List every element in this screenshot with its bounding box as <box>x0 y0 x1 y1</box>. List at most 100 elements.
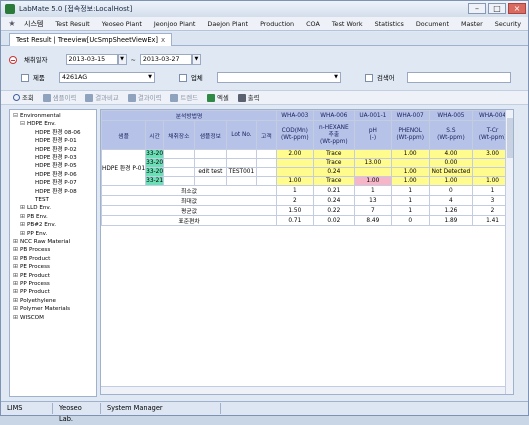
result-cell[interactable] <box>276 167 314 177</box>
tree-node[interactable]: HDPE 환경 P-07 <box>35 179 77 187</box>
customer-cell[interactable] <box>255 176 278 186</box>
result-cell[interactable]: Trace <box>312 176 356 186</box>
search-term-input[interactable] <box>407 72 511 83</box>
menu-system[interactable]: 시스템 <box>18 19 49 29</box>
excel-button[interactable]: 엑셀 <box>207 93 229 102</box>
time-cell[interactable]: 33-20 <box>145 149 165 159</box>
result-cell[interactable] <box>276 158 314 168</box>
lot-cell[interactable] <box>226 158 257 168</box>
location-cell[interactable] <box>163 176 195 186</box>
menu-coa[interactable]: COA <box>300 20 326 28</box>
column-header[interactable]: 샘플 <box>101 120 147 150</box>
customer-cell[interactable] <box>255 149 278 159</box>
result-cell[interactable] <box>354 149 392 159</box>
tree-node[interactable]: HDPE 환경 P-06 <box>35 171 77 179</box>
time-cell[interactable]: 33-20 <box>145 158 165 168</box>
tree-node[interactable]: PP Process <box>13 280 50 288</box>
result-cell[interactable]: 4.00 <box>428 149 474 159</box>
trend-button[interactable]: 트렌드 <box>170 93 198 102</box>
search-button[interactable]: 조회 <box>13 93 34 102</box>
column-header[interactable]: 고객 <box>255 120 278 150</box>
favorites-star-icon[interactable]: ★ <box>6 19 18 28</box>
tree-node[interactable]: HDPE 환경 P-01 <box>35 137 77 145</box>
method-name-header[interactable]: n-HEXANE 추출 (Wt-ppm) <box>312 120 356 150</box>
date-to-field[interactable]: 2013-03-27 <box>139 54 192 65</box>
column-header[interactable]: Lot No. <box>226 120 257 150</box>
customer-cell[interactable] <box>255 167 278 177</box>
table-row[interactable]: HDPE 환경 P-01 33-20 2.00 Trace 1.00 4.00 3.00 <box>101 149 513 186</box>
column-header[interactable]: 채취장소 <box>163 120 195 150</box>
sample-tree[interactable]: EnvironmentalHDPE Env.HDPE 환경 08-06HDPE … <box>9 109 97 397</box>
location-cell[interactable] <box>163 158 195 168</box>
column-header[interactable]: 시간 <box>145 120 165 150</box>
result-cell[interactable]: 1.00 <box>390 176 430 186</box>
tree-node[interactable]: PB Env. <box>20 213 48 221</box>
menu-document[interactable]: Document <box>410 20 455 28</box>
tree-node[interactable]: PP Product <box>13 288 50 296</box>
tree-node[interactable]: LLD Env. <box>20 204 51 212</box>
result-cell[interactable]: 1.00 <box>354 176 392 186</box>
location-cell[interactable] <box>163 149 195 159</box>
tree-node[interactable]: PB Product <box>13 255 50 263</box>
tree-node[interactable]: PB Process <box>13 246 50 254</box>
method-name-header[interactable]: S.S (Wt-ppm) <box>428 120 474 150</box>
result-cell[interactable]: 2.00 <box>276 149 314 159</box>
scroll-thumb[interactable] <box>507 118 513 158</box>
tree-node[interactable]: Environmental <box>13 112 61 120</box>
result-compare-button[interactable]: 결과비교 <box>85 93 119 102</box>
print-button[interactable]: 출력 <box>237 93 260 102</box>
search-term-checkbox[interactable] <box>365 73 373 82</box>
close-window-button[interactable]: × <box>508 3 526 14</box>
menu-test-work[interactable]: Test Work <box>326 20 369 28</box>
tree-node[interactable]: Polyethylene <box>13 297 56 305</box>
tree-node[interactable]: HDPE Env. <box>20 120 56 128</box>
result-cell[interactable]: Trace <box>312 158 356 168</box>
maximize-button[interactable]: □ <box>488 3 506 14</box>
date-from-field[interactable]: 2013-03-15 <box>65 54 118 65</box>
menu-test-result[interactable]: Test Result <box>49 20 95 28</box>
tree-node[interactable]: HDPE 환경 P-02 <box>35 146 77 154</box>
tree-node[interactable]: TEST <box>35 196 49 204</box>
result-cell[interactable]: 1.00 <box>390 167 430 177</box>
table-row[interactable]: 33-21 1.00 Trace 1.00 1.00 1.00 1.00 <box>102 176 513 186</box>
info-cell[interactable] <box>193 176 228 186</box>
tree-node[interactable]: HDPE 환경 P-05 <box>35 162 77 170</box>
tree-node[interactable]: NCC Raw Material <box>13 238 70 246</box>
menu-security[interactable]: Security <box>489 20 527 28</box>
menu-statistics[interactable]: Statistics <box>369 20 410 28</box>
menu-daejon-plant[interactable]: Daejon Plant <box>201 20 254 28</box>
result-grid[interactable]: 분석방법명 WHA-003 WHA-006 UA-001-1 WHA-007 WHA-00… <box>100 109 514 395</box>
tree-node[interactable]: HDPE 환경 P-03 <box>35 154 77 162</box>
customer-cell[interactable] <box>255 158 278 168</box>
result-cell[interactable]: Not Detected <box>428 167 474 177</box>
result-cell[interactable]: 1.00 <box>390 149 430 159</box>
tree-node[interactable]: PP Env. <box>20 230 47 238</box>
time-cell[interactable]: 33-21 <box>145 176 165 186</box>
time-cell[interactable]: 33-20 <box>145 167 165 177</box>
minimize-button[interactable]: – <box>468 3 486 14</box>
tree-node[interactable]: PE Process <box>13 263 50 271</box>
product-checkbox[interactable] <box>21 73 29 82</box>
company-checkbox[interactable] <box>179 73 187 82</box>
lot-cell[interactable] <box>226 176 257 186</box>
result-cell[interactable] <box>354 167 392 177</box>
result-cell[interactable]: 0.00 <box>428 158 474 168</box>
column-header[interactable]: 샘플정보 <box>193 120 228 150</box>
tab-test-result[interactable]: Test Result | Treeview[UcSmpSheetViewEx]… <box>9 33 173 46</box>
method-name-header[interactable]: PHENOL (Wt-ppm) <box>390 120 430 150</box>
remove-condition-icon[interactable] <box>9 55 17 64</box>
info-cell[interactable]: edit test <box>193 167 228 177</box>
result-cell[interactable]: 1.00 <box>428 176 474 186</box>
sample-history-button[interactable]: 샘플이력 <box>42 93 76 102</box>
tree-node[interactable]: Polymer Materials <box>13 305 70 313</box>
method-name-header[interactable]: COD(Mn) (Wt-ppm) <box>276 120 314 150</box>
method-name-header[interactable]: pH (-) <box>354 120 392 150</box>
tree-node[interactable]: HDPE 환경 P-08 <box>35 188 77 196</box>
tree-node[interactable]: PE Product <box>13 272 50 280</box>
sample-name-cell[interactable]: HDPE 환경 P-01 <box>101 149 147 186</box>
result-cell[interactable] <box>390 158 430 168</box>
calendar-dropdown-icon[interactable]: ▼ <box>191 54 201 65</box>
calendar-dropdown-icon[interactable]: ▼ <box>117 54 127 65</box>
result-cell[interactable]: 13.00 <box>354 158 392 168</box>
info-cell[interactable] <box>193 158 228 168</box>
